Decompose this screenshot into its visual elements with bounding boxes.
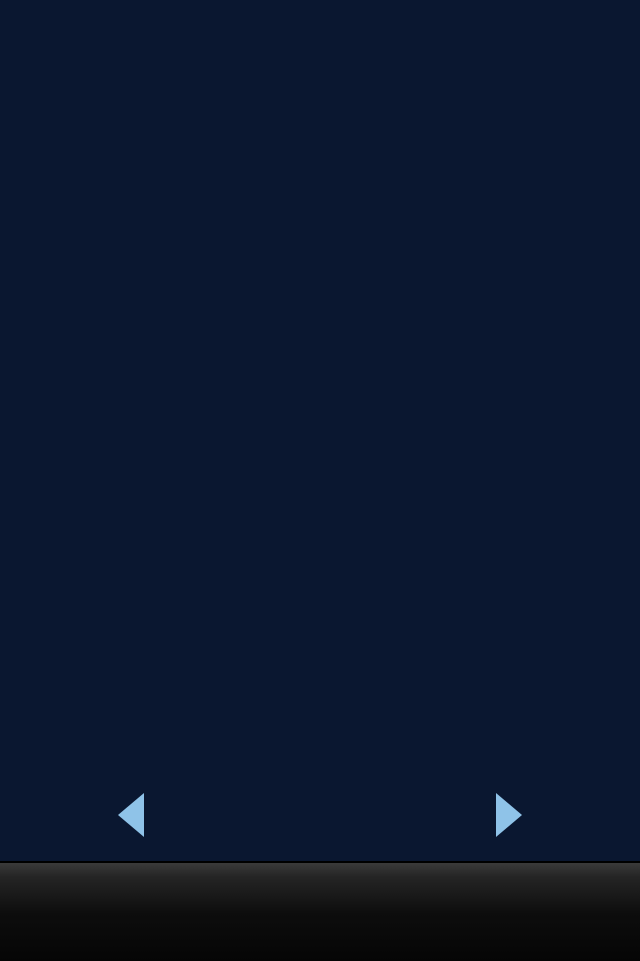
prev-cycle-button[interactable] xyxy=(118,793,144,837)
date-row xyxy=(0,742,640,766)
cycle-navigator xyxy=(0,775,640,855)
dpo-row xyxy=(0,714,640,738)
axis-rows xyxy=(0,686,640,766)
chart-canvas[interactable] xyxy=(0,50,640,690)
bbt-chart[interactable] xyxy=(0,50,640,690)
app-root xyxy=(0,0,640,961)
next-cycle-button[interactable] xyxy=(496,793,522,837)
tab-bar xyxy=(0,861,640,961)
day-row xyxy=(0,686,640,710)
